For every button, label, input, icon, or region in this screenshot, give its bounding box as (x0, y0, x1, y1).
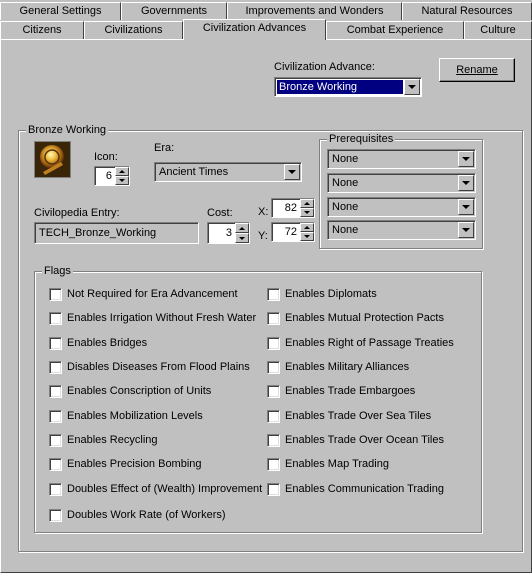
flag-checkbox[interactable] (267, 361, 280, 374)
rename-button[interactable]: Rename (439, 58, 515, 82)
flag-checkbox[interactable] (267, 483, 280, 496)
flag-label: Doubles Work Rate (of Workers) (67, 509, 226, 521)
flag-checkbox[interactable] (267, 434, 280, 447)
spin-up-icon[interactable] (115, 167, 129, 176)
icon-spinner[interactable] (115, 167, 129, 185)
flag-checkbox[interactable] (49, 458, 62, 471)
flag-checkbox[interactable] (49, 288, 62, 301)
chevron-down-icon[interactable] (458, 175, 474, 191)
civilopedia-entry-value: TECH_Bronze_Working (39, 227, 157, 239)
civilization-advance-select[interactable]: Bronze Working (274, 77, 422, 97)
civilization-advance-value: Bronze Working (276, 79, 404, 95)
spin-down-icon[interactable] (300, 232, 314, 241)
tab-panel: Civilization Advance: Bronze Working Ren… (0, 39, 532, 573)
cost-spinner[interactable] (235, 223, 249, 243)
flag-label: Enables Conscription of Units (67, 385, 212, 397)
spin-up-icon[interactable] (300, 223, 314, 232)
tab-civilization-advances[interactable]: Civilization Advances (183, 19, 326, 40)
era-value: Ancient Times (159, 166, 229, 178)
prerequisites-title: Prerequisites (327, 133, 396, 145)
flag-label: Enables Trade Over Ocean Tiles (285, 434, 444, 446)
flag-label: Enables Precision Bombing (67, 458, 202, 470)
x-value: 82 (284, 202, 297, 214)
y-label: Y: (258, 230, 268, 242)
flag-checkbox[interactable] (267, 410, 280, 423)
spin-up-icon[interactable] (235, 223, 249, 233)
flag-label: Disables Diseases From Flood Plains (67, 361, 250, 373)
flag-label: Enables Irrigation Without Fresh Water (67, 312, 257, 324)
flag-checkbox[interactable] (49, 483, 62, 496)
flag-label: Not Required for Era Advancement (67, 288, 238, 300)
flags-title: Flags (42, 265, 73, 277)
flag-label: Enables Bridges (67, 337, 148, 349)
flag-checkbox[interactable] (267, 312, 280, 325)
prerequisite-value-3: None (332, 201, 359, 213)
prerequisite-select-3[interactable]: None (327, 197, 476, 217)
flag-label: Enables Map Trading (285, 458, 389, 470)
prerequisite-select-2[interactable]: None (327, 173, 476, 193)
prerequisite-select-1[interactable]: None (327, 149, 476, 169)
y-value: 72 (284, 226, 297, 238)
era-select[interactable]: Ancient Times (154, 162, 302, 182)
flag-label: Enables Recycling (67, 434, 158, 446)
flag-checkbox[interactable] (267, 458, 280, 471)
flag-label: Enables Diplomats (285, 288, 377, 300)
chevron-down-icon[interactable] (284, 164, 300, 180)
tab-natural-resources[interactable]: Natural Resources (402, 2, 532, 20)
chevron-down-icon[interactable] (458, 199, 474, 215)
chevron-down-icon[interactable] (404, 79, 420, 95)
flag-label: Enables Communication Trading (285, 483, 444, 495)
prerequisite-value-2: None (332, 177, 359, 189)
flag-checkbox[interactable] (49, 509, 62, 522)
x-spinner[interactable] (300, 199, 314, 217)
tab-combat-experience[interactable]: Combat Experience (326, 21, 464, 39)
chevron-down-icon[interactable] (458, 151, 474, 167)
spin-down-icon[interactable] (115, 176, 129, 185)
icon-value: 6 (105, 170, 112, 182)
icon-label: Icon: (94, 151, 118, 163)
flag-checkbox[interactable] (49, 361, 62, 374)
prerequisite-value-1: None (332, 153, 359, 165)
tab-culture[interactable]: Culture (464, 21, 532, 39)
era-label: Era: (154, 142, 175, 154)
flag-checkbox[interactable] (267, 385, 280, 398)
cost-value: 3 (225, 227, 232, 239)
flag-checkbox[interactable] (49, 385, 62, 398)
spin-down-icon[interactable] (235, 233, 249, 243)
tab-improvements-and-wonders[interactable]: Improvements and Wonders (227, 2, 402, 20)
flag-checkbox[interactable] (49, 434, 62, 447)
bronze-working-icon (34, 141, 71, 178)
chevron-down-icon[interactable] (458, 222, 474, 238)
flag-label: Enables Mobilization Levels (67, 410, 203, 422)
flag-checkbox[interactable] (49, 337, 62, 350)
y-spinner[interactable] (300, 223, 314, 241)
flag-checkbox[interactable] (267, 288, 280, 301)
flag-checkbox[interactable] (49, 410, 62, 423)
civilization-advance-label: Civilization Advance: (274, 61, 375, 73)
flag-checkbox[interactable] (267, 337, 280, 350)
flag-label: Enables Trade Embargoes (285, 385, 416, 397)
tab-governments[interactable]: Governments (121, 2, 227, 20)
flag-label: Enables Military Alliances (285, 361, 410, 373)
spin-down-icon[interactable] (300, 208, 314, 217)
tab-general-settings[interactable]: General Settings (0, 2, 121, 20)
tab-citizens[interactable]: Citizens (0, 21, 84, 39)
flag-label: Enables Mutual Protection Pacts (285, 312, 444, 324)
cost-label: Cost: (207, 207, 233, 219)
flag-label: Enables Trade Over Sea Tiles (285, 410, 432, 422)
prerequisite-select-4[interactable]: None (327, 220, 476, 240)
civilopedia-entry-label: Civilopedia Entry: (34, 207, 120, 219)
x-label: X: (258, 206, 269, 218)
spin-up-icon[interactable] (300, 199, 314, 208)
tab-civilizations[interactable]: Civilizations (84, 21, 183, 39)
advance-group-title: Bronze Working (26, 124, 109, 136)
civilopedia-entry-input[interactable]: TECH_Bronze_Working (34, 222, 199, 244)
flag-checkbox[interactable] (49, 312, 62, 325)
flag-label: Doubles Effect of (Wealth) Improvement (67, 483, 263, 495)
prerequisite-value-4: None (332, 224, 359, 236)
flag-label: Enables Right of Passage Treaties (285, 337, 454, 349)
